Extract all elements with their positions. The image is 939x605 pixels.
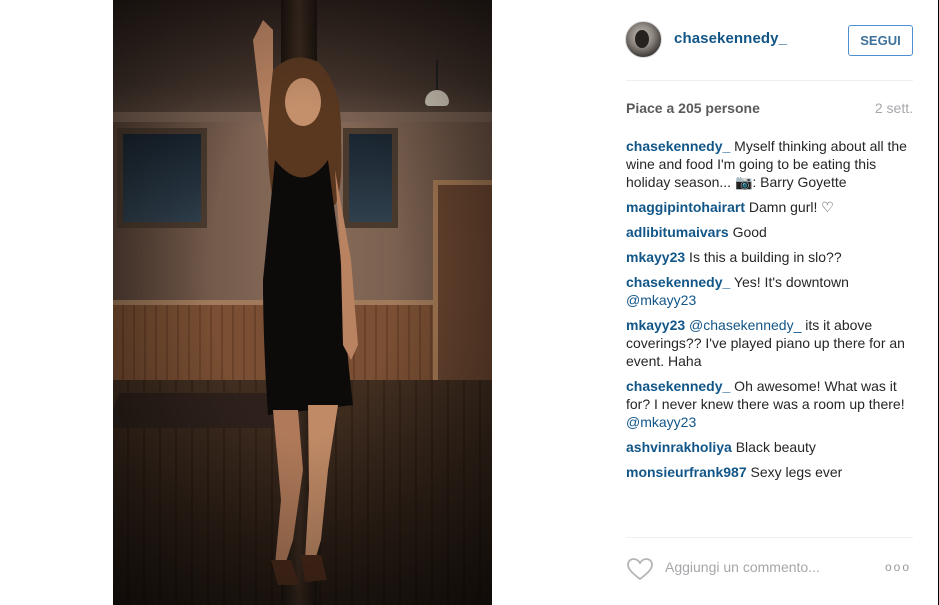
comment-mention[interactable]: @chasekennedy_ <box>685 317 801 333</box>
comment-username[interactable]: mkayy23 <box>626 317 685 333</box>
post-modal: chasekennedy_ SEGUI Piace a 205 persone … <box>0 0 939 605</box>
comment-text: Black beauty <box>731 439 816 455</box>
comment-text: Good <box>728 224 767 240</box>
comment-text: Sexy legs ever <box>746 464 843 480</box>
header-divider <box>626 80 913 81</box>
comment-username[interactable]: monsieurfrank987 <box>626 464 747 480</box>
post-details-panel: chasekennedy_ SEGUI Piace a 205 persone … <box>608 0 938 605</box>
comment-item: mkayy23 Is this a building in slo?? <box>626 248 913 266</box>
post-time[interactable]: 2 sett. <box>875 100 913 116</box>
comment-text: Yes! It's downtown <box>730 274 849 290</box>
likes-count[interactable]: Piace a 205 persone <box>626 100 760 116</box>
comment-username[interactable]: adlibitumaivars <box>626 224 729 240</box>
post-footer: Aggiungi un commento... ooo <box>608 547 938 589</box>
comment-username[interactable]: maggipintohairart <box>626 199 745 215</box>
likes-row: Piace a 205 persone 2 sett. <box>626 100 913 118</box>
post-header: chasekennedy_ SEGUI <box>608 0 938 80</box>
comment-item: chasekennedy_ Myself thinking about all … <box>626 137 913 191</box>
footer-divider <box>626 537 913 538</box>
comment-item: mkayy23 @chasekennedy_ its it above cove… <box>626 316 913 370</box>
comment-username[interactable]: chasekennedy_ <box>626 274 730 290</box>
add-comment-input[interactable]: Aggiungi un commento... <box>665 559 820 575</box>
more-options-icon[interactable]: ooo <box>885 560 911 574</box>
comment-username[interactable]: chasekennedy_ <box>626 378 730 394</box>
comment-item: maggipintohairart Damn gurl! ♡ <box>626 198 913 216</box>
comment-item: chasekennedy_ Oh awesome! What was it fo… <box>626 377 913 431</box>
comment-username[interactable]: mkayy23 <box>626 249 685 265</box>
comment-item: chasekennedy_ Yes! It's downtown @mkayy2… <box>626 273 913 309</box>
post-photo[interactable] <box>113 0 492 605</box>
comment-mention[interactable]: @mkayy23 <box>626 292 696 308</box>
photo-vignette <box>113 0 492 605</box>
comment-item: monsieurfrank987 Sexy legs ever <box>626 463 913 481</box>
comment-username[interactable]: chasekennedy_ <box>626 138 730 154</box>
comment-text: Damn gurl! ♡ <box>745 199 834 215</box>
comment-text: Is this a building in slo?? <box>685 249 842 265</box>
author-username-link[interactable]: chasekennedy_ <box>674 30 787 47</box>
heart-outline-icon[interactable] <box>626 557 654 581</box>
author-avatar[interactable] <box>625 21 662 58</box>
follow-button[interactable]: SEGUI <box>848 25 913 56</box>
comments-list: chasekennedy_ Myself thinking about all … <box>626 137 913 488</box>
comment-username[interactable]: ashvinrakholiya <box>626 439 732 455</box>
comment-item: ashvinrakholiya Black beauty <box>626 438 913 456</box>
comment-item: adlibitumaivars Good <box>626 223 913 241</box>
comment-mention[interactable]: @mkayy23 <box>626 414 696 430</box>
